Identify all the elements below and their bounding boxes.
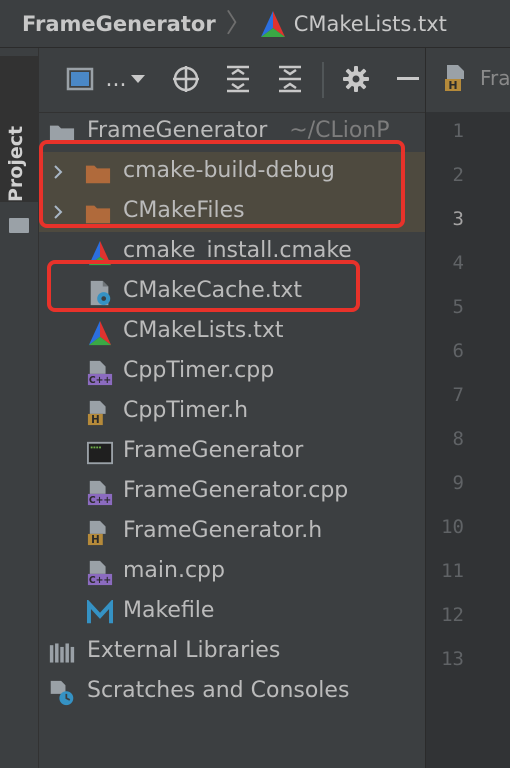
makefile-icon	[87, 600, 113, 624]
line-number: 2	[452, 164, 464, 186]
editor-gutter: 1 2 3 4 5 6 7 8 9 10 11 12 13	[426, 112, 510, 768]
tree-item-framegenerator-h[interactable]: H FrameGenerator.h	[39, 512, 425, 552]
locate-icon	[173, 66, 199, 92]
cmake-icon	[88, 320, 112, 346]
breadcrumb-separator: 〉	[225, 8, 252, 39]
scratches-icon	[50, 680, 74, 706]
cmake-icon	[260, 10, 285, 37]
locate-button[interactable]	[169, 62, 203, 96]
breadcrumb-file[interactable]: CMakeLists.txt	[294, 12, 447, 36]
executable-icon	[87, 441, 113, 465]
line-number: 7	[452, 384, 464, 406]
svg-text:H: H	[448, 79, 457, 92]
line-number: 5	[452, 296, 464, 318]
view-mode-label: ...	[105, 66, 127, 92]
svg-text:H: H	[91, 535, 100, 546]
line-number: 9	[452, 472, 464, 494]
tree-item-label: CppTimer.cpp	[123, 358, 275, 383]
expand-all-button[interactable]	[221, 62, 255, 96]
folder-icon	[9, 218, 29, 233]
tree-item-cpptimer-h[interactable]: H CppTimer.h	[39, 392, 425, 432]
cpp-file-icon: C++	[87, 360, 113, 386]
tree-item-label: CppTimer.h	[123, 398, 249, 423]
tree-item-external-libraries[interactable]: External Libraries	[39, 632, 425, 672]
header-file-icon: H	[87, 400, 106, 426]
tree-item-label: FrameGenerator	[123, 438, 304, 463]
cpp-file-icon: C++	[87, 560, 113, 586]
tree-item-label: Scratches and Consoles	[87, 678, 350, 703]
project-tool-tab[interactable]: Project	[0, 56, 38, 233]
svg-text:C++: C++	[89, 495, 111, 506]
gear-icon	[343, 66, 369, 92]
line-number: 4	[452, 252, 464, 274]
settings-button[interactable]	[339, 62, 373, 96]
editor-tab-label: Fra	[480, 66, 510, 90]
header-file-icon: H	[445, 65, 464, 92]
line-number: 1	[452, 120, 464, 142]
collapse-all-icon	[279, 65, 301, 93]
tree-item-label: FrameGenerator.cpp	[123, 478, 349, 503]
project-tab-label: Project	[5, 125, 27, 202]
header-file-icon: H	[87, 520, 106, 546]
line-number: 8	[452, 428, 464, 450]
tree-item-label: External Libraries	[87, 638, 281, 663]
annotation-highlight-cmakecache	[47, 260, 360, 312]
line-number-current: 3	[452, 208, 464, 230]
svg-text:C++: C++	[89, 575, 111, 586]
tree-item-cmakelists[interactable]: CMakeLists.txt	[39, 312, 425, 352]
cpp-file-icon: C++	[87, 480, 113, 506]
chevron-down-icon	[131, 75, 146, 83]
breadcrumb: FrameGenerator 〉 CMakeLists.txt	[0, 0, 510, 48]
library-icon	[49, 643, 75, 663]
line-number: 11	[441, 560, 464, 582]
line-number: 13	[441, 648, 464, 670]
collapse-all-button[interactable]	[273, 62, 307, 96]
minimize-button[interactable]	[391, 62, 425, 96]
editor-tab-bar: H Fra	[426, 48, 510, 113]
annotation-highlight-folders	[39, 140, 405, 228]
view-mode-button[interactable]	[65, 62, 95, 96]
tree-item-framegenerator-cpp[interactable]: C++ FrameGenerator.cpp	[39, 472, 425, 512]
line-number: 6	[452, 340, 464, 362]
tree-item-framegenerator-exec[interactable]: FrameGenerator	[39, 432, 425, 472]
tree-item-main-cpp[interactable]: C++ main.cpp	[39, 552, 425, 592]
line-number: 12	[441, 604, 464, 626]
svg-text:C++: C++	[89, 375, 111, 386]
toolbar-divider	[322, 62, 324, 98]
breadcrumb-project[interactable]: FrameGenerator	[22, 12, 216, 36]
minimize-icon	[397, 77, 419, 80]
tree-item-scratches[interactable]: Scratches and Consoles	[39, 672, 425, 712]
view-mode-dropdown[interactable]: ...	[101, 62, 151, 96]
tree-item-cpptimer-cpp[interactable]: C++ CppTimer.cpp	[39, 352, 425, 392]
tree-item-label: Makefile	[123, 598, 215, 623]
tree-item-label: FrameGenerator.h	[123, 518, 323, 543]
line-number: 10	[441, 516, 464, 538]
editor-tab[interactable]: H Fra	[444, 64, 510, 92]
view-mode-icon	[66, 67, 94, 91]
project-toolbar: ...	[39, 48, 425, 113]
svg-text:H: H	[91, 415, 100, 426]
tree-item-label: CMakeLists.txt	[123, 318, 284, 343]
expand-all-icon	[227, 65, 249, 93]
tree-item-makefile[interactable]: Makefile	[39, 592, 425, 632]
tree-item-label: main.cpp	[123, 558, 225, 583]
